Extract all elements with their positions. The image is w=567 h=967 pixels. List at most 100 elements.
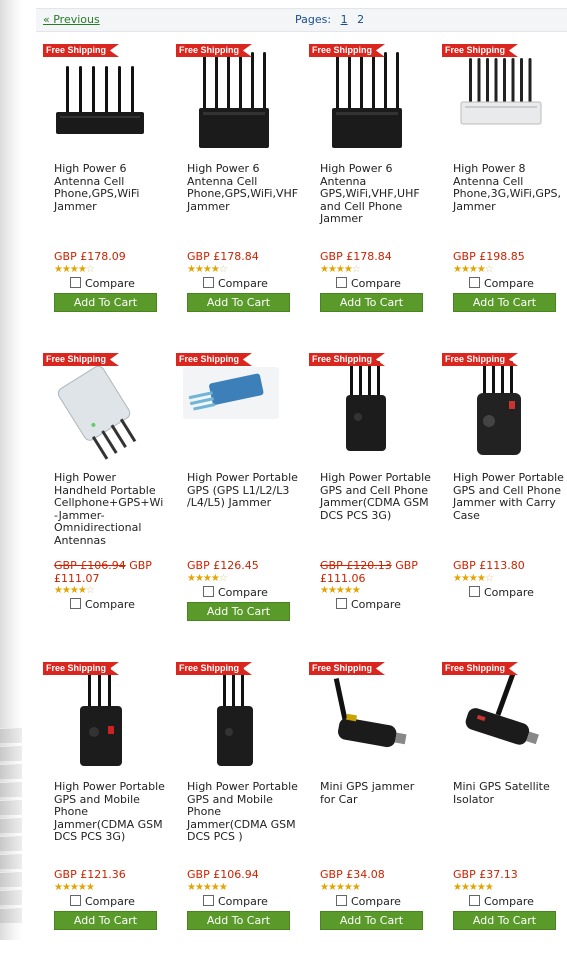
rating-stars: ★★★★☆ (187, 572, 228, 584)
product-price: GBP £178.84 (320, 250, 392, 263)
page-link-1[interactable]: 1 (341, 13, 348, 26)
price-block: GBP £126.45 ★★★★☆ Compare Add To Cart (187, 559, 299, 621)
add-to-cart-button[interactable]: Add To Cart (187, 601, 290, 621)
product-name-link[interactable]: High Power 6 Antenna Cell Phone,GPS,WiFi… (54, 162, 166, 213)
product-name-link[interactable]: High Power Portable GPS and Cell Phone J… (453, 471, 565, 522)
product-price: GBP £178.84 (187, 250, 259, 263)
price-block: GBP £120.13 GBP £111.06 ★★★★★ Compare (320, 559, 432, 612)
free-shipping-badge: Free Shipping (43, 353, 119, 366)
free-shipping-badge: Free Shipping (309, 44, 385, 57)
compare-label: Compare (484, 585, 534, 599)
free-shipping-badge: Free Shipping (442, 353, 518, 366)
compare-label: Compare (85, 894, 135, 908)
car-lighter-gps-jammer-image[interactable] (310, 662, 422, 774)
sidebar-band (0, 800, 22, 815)
add-to-cart-button[interactable]: Add To Cart (453, 910, 556, 930)
compare-checkbox[interactable] (469, 585, 480, 597)
product-name-link[interactable]: High Power 8 Antenna Cell Phone,3G,WiFi,… (453, 162, 565, 213)
compare-checkbox[interactable] (336, 276, 347, 288)
black-6-antenna-tower-jammer-image[interactable] (177, 44, 289, 156)
add-to-cart-button[interactable]: Add To Cart (54, 292, 157, 312)
compare-option: Compare (54, 894, 166, 909)
product-price: GBP £178.09 (54, 250, 126, 263)
compare-label: Compare (218, 585, 268, 599)
compare-checkbox[interactable] (469, 276, 480, 288)
rating-stars: ★★★★☆ (453, 263, 494, 275)
black-jammer-carry-case-image[interactable] (443, 353, 555, 465)
compare-label: Compare (218, 894, 268, 908)
product-name-link[interactable]: High Power Portable GPS and Cell Phone J… (320, 471, 432, 522)
product-name-link[interactable]: Mini GPS jammer for Car (320, 780, 432, 806)
compare-checkbox[interactable] (203, 585, 214, 597)
add-to-cart-button[interactable]: Add To Cart (453, 292, 556, 312)
rating-stars: ★★★★☆ (54, 263, 95, 275)
black-portable-3-antenna-jammer-image[interactable] (44, 662, 156, 774)
compare-checkbox[interactable] (336, 598, 347, 610)
compare-checkbox[interactable] (70, 894, 81, 906)
product-name-link[interactable]: High Power 6 Antenna Cell Phone,GPS,WiFi… (187, 162, 299, 213)
pages-label: Pages: (295, 13, 332, 26)
product-card-7: Free Shipping High Power Portable GPS an… (306, 349, 439, 658)
compare-checkbox[interactable] (70, 276, 81, 288)
add-to-cart-button[interactable]: Add To Cart (187, 292, 290, 312)
compare-option: Compare (453, 894, 565, 909)
sidebar-band (0, 746, 22, 761)
black-6-antenna-desktop-jammer-image[interactable] (44, 44, 156, 156)
previous-page-link[interactable]: « Previous (43, 13, 100, 26)
product-card-3: Free Shipping High Power 6 Antenna GPS,W… (306, 40, 439, 349)
black-portable-4-antenna-jammer-image[interactable] (310, 353, 422, 465)
sidebar-band (0, 836, 22, 851)
product-card-12: Free Shipping Mini GPS Satellite Isolato… (439, 658, 567, 967)
white-8-antenna-jammer-image[interactable] (443, 44, 555, 156)
car-lighter-gps-isolator-image[interactable] (443, 662, 555, 774)
compare-checkbox[interactable] (70, 598, 81, 610)
compare-checkbox[interactable] (336, 894, 347, 906)
product-card-8: Free Shipping High Power Portable GPS an… (439, 349, 567, 658)
compare-label: Compare (484, 894, 534, 908)
product-card-1: Free Shipping High Power 6 Antenna Cell … (40, 40, 173, 349)
free-shipping-badge: Free Shipping (309, 662, 385, 675)
compare-checkbox[interactable] (203, 894, 214, 906)
product-name-link[interactable]: High Power 6 Antenna GPS,WiFi,VHF,UHF an… (320, 162, 432, 226)
free-shipping-badge: Free Shipping (176, 44, 252, 57)
product-name-link[interactable]: High Power Portable GPS (GPS L1/L2/L3 /L… (187, 471, 299, 510)
silver-handheld-jammer-image[interactable] (44, 353, 156, 465)
compare-label: Compare (351, 894, 401, 908)
blue-portable-gps-jammer-image[interactable] (177, 353, 289, 465)
rating-stars: ★★★★★ (320, 881, 361, 893)
compare-option: Compare (320, 598, 432, 612)
compare-option: Compare (320, 276, 432, 291)
add-to-cart-button[interactable]: Add To Cart (320, 910, 423, 930)
free-shipping-badge: Free Shipping (176, 353, 252, 366)
compare-option: Compare (187, 894, 299, 909)
old-price: GBP £106.94 (54, 559, 126, 572)
rating-stars: ★★★★★ (453, 881, 494, 893)
black-portable-3-antenna-jammer-slim-image[interactable] (177, 662, 289, 774)
product-price: GBP £126.45 (187, 559, 259, 572)
product-name-link[interactable]: High Power Portable GPS and Mobile Phone… (54, 780, 166, 844)
product-card-11: Free Shipping Mini GPS jammer for Car GB… (306, 658, 439, 967)
compare-checkbox[interactable] (203, 276, 214, 288)
add-to-cart-button[interactable]: Add To Cart (54, 910, 157, 930)
compare-option: Compare (54, 598, 166, 612)
free-shipping-badge: Free Shipping (442, 662, 518, 675)
add-to-cart-button[interactable]: Add To Cart (320, 292, 423, 312)
page-link-2[interactable]: 2 (357, 13, 364, 26)
sidebar-band (0, 782, 22, 797)
rating-stars: ★★★★☆ (453, 572, 494, 584)
compare-checkbox[interactable] (469, 894, 480, 906)
rating-stars: ★★★★☆ (187, 263, 228, 275)
add-to-cart-button[interactable]: Add To Cart (187, 910, 290, 930)
product-card-2: Free Shipping High Power 6 Antenna Cell … (173, 40, 306, 349)
rating-stars: ★★★★★ (54, 881, 95, 893)
product-name-link[interactable]: Mini GPS Satellite Isolator (453, 780, 565, 806)
product-price: GBP £113.80 (453, 559, 525, 572)
product-price: GBP £34.08 (320, 868, 385, 881)
product-price: GBP £198.85 (453, 250, 525, 263)
free-shipping-badge: Free Shipping (309, 353, 385, 366)
product-name-link[interactable]: High Power Handheld Portable Cellphone+G… (54, 471, 166, 548)
product-price: GBP £121.36 (54, 868, 126, 881)
product-name-link[interactable]: High Power Portable GPS and Mobile Phone… (187, 780, 299, 844)
black-6-antenna-tower-jammer-image[interactable] (310, 44, 422, 156)
product-card-10: Free Shipping High Power Portable GPS an… (173, 658, 306, 967)
